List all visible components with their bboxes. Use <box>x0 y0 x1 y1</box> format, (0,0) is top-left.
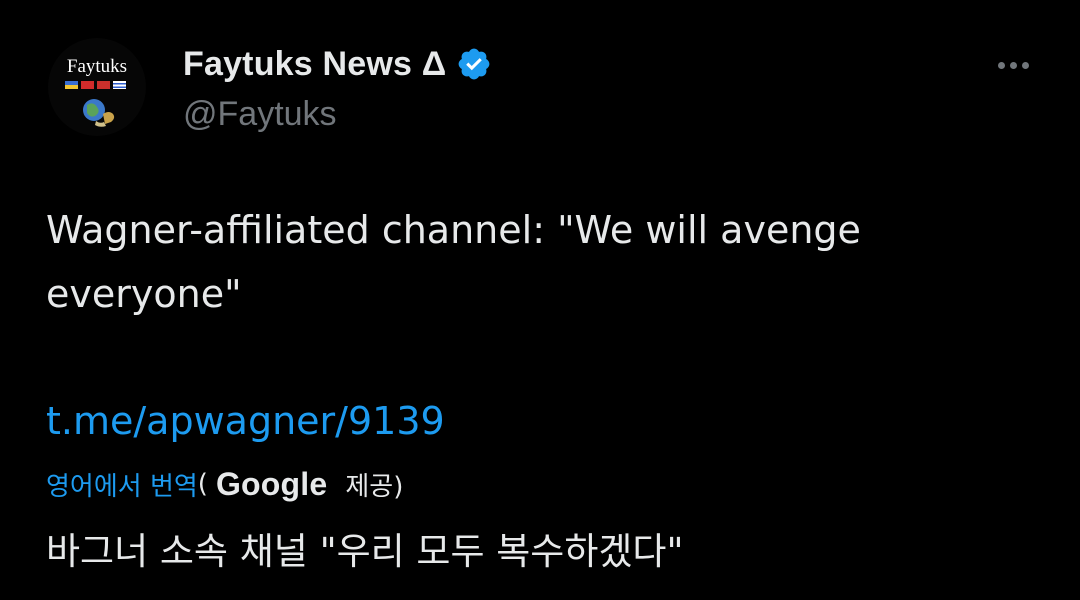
verified-badge-icon <box>459 48 490 80</box>
translated-tweet-text: 바그너 소속 채널 "우리 모두 복수하겠다" <box>46 530 684 573</box>
tweet-text: Wagner-affiliated channel: "We will aven… <box>46 208 861 316</box>
more-options-button[interactable] <box>988 50 1038 80</box>
translation-paren: ( <box>197 469 208 499</box>
translation-row: 영어에서 번역 ( Google 제공) <box>46 462 403 506</box>
author-avatar[interactable]: Faytuks <box>48 38 146 136</box>
translation-provided-label: 제공) <box>345 471 404 502</box>
translate-link[interactable]: 영어에서 번역 <box>46 466 198 503</box>
more-horizontal-icon <box>1009 61 1017 69</box>
more-horizontal-icon <box>997 61 1005 69</box>
author-name[interactable]: Faytuks News Δ <box>183 45 446 84</box>
more-horizontal-icon <box>1021 61 1029 69</box>
google-wordmark: Google <box>215 465 328 502</box>
author-handle[interactable]: @Faytuks <box>183 95 337 134</box>
avatar-logo-text: Faytuks <box>67 56 127 77</box>
tweet-link[interactable]: t.me/apwagner/9139 <box>46 393 445 449</box>
